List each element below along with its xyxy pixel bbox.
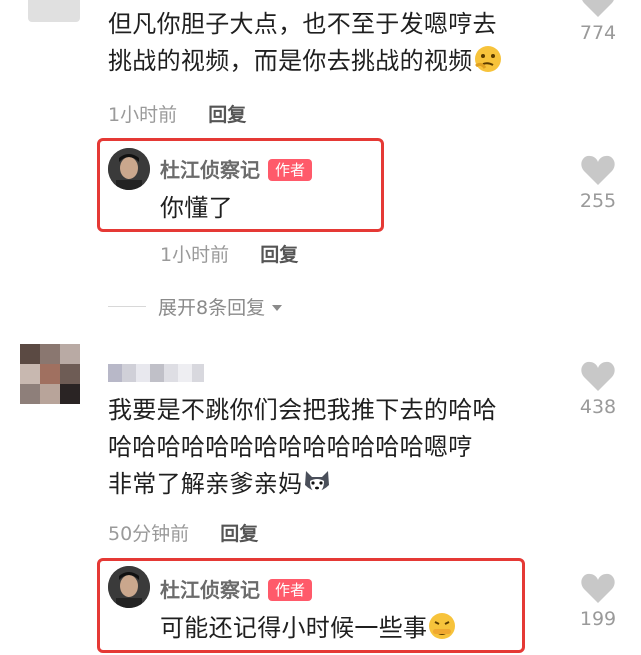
caret-down-icon xyxy=(272,305,283,311)
comment-2-reply-button[interactable]: 回复 xyxy=(220,523,258,545)
expand-divider xyxy=(108,306,146,307)
reply-1-author-avatar[interactable] xyxy=(108,148,150,190)
comment-1-avatar[interactable] xyxy=(28,0,80,22)
reply-1-reply-button[interactable]: 回复 xyxy=(260,244,298,266)
heart-icon xyxy=(581,361,615,391)
author-tag: 作者 xyxy=(268,159,313,181)
comment-2-avatar[interactable] xyxy=(20,344,80,404)
author-tag: 作者 xyxy=(268,579,313,601)
reply-1-meta: 1小时前 回复 xyxy=(160,240,298,267)
heart-icon xyxy=(581,573,615,603)
reply-1-like-count: 255 xyxy=(579,190,617,212)
expand-replies-button[interactable]: 展开8条回复 xyxy=(158,293,283,320)
comment-1-reply-button[interactable]: 回复 xyxy=(208,104,246,126)
comment-2-line2: 哈哈哈哈哈哈哈哈哈哈哈哈哈嗯哼 xyxy=(108,433,473,461)
comment-2-like[interactable]: 438 xyxy=(572,360,624,418)
reply-2-text-row: 可能还记得小时候一些事 xyxy=(160,610,457,647)
shush-emoji xyxy=(427,611,457,641)
reply-1-time: 1小时前 xyxy=(160,244,230,266)
thinking-emoji xyxy=(473,44,503,74)
comment-1-text: 但凡你胆子大点，也不至于发嗯哼去 挑战的视频，而是你去挑战的视频 xyxy=(108,6,503,80)
comment-2-meta: 50分钟前 回复 xyxy=(108,519,258,546)
husky-emoji xyxy=(302,467,332,497)
comment-1-time: 1小时前 xyxy=(108,104,178,126)
expand-replies-label: 展开8条回复 xyxy=(158,297,266,319)
comment-2-like-count: 438 xyxy=(579,396,617,418)
comment-2-text: 我要是不跳你们会把我推下去的哈哈 哈哈哈哈哈哈哈哈哈哈哈哈哈嗯哼 非常了解亲爹亲… xyxy=(108,392,497,503)
comment-1-line2-text: 挑战的视频，而是你去挑战的视频 xyxy=(108,47,473,75)
comment-1-line2: 挑战的视频，而是你去挑战的视频 xyxy=(108,43,503,80)
reply-2-author-avatar[interactable] xyxy=(108,566,150,608)
reply-1-author-name[interactable]: 杜江侦察记 xyxy=(160,158,260,182)
reply-2-text: 可能还记得小时候一些事 xyxy=(160,614,428,642)
comment-2-line3-text: 非常了解亲爹亲妈 xyxy=(108,470,303,498)
comment-1-line1: 但凡你胆子大点，也不至于发嗯哼去 xyxy=(108,10,497,38)
comment-2-time: 50分钟前 xyxy=(108,523,190,545)
comment-2-line1: 我要是不跳你们会把我推下去的哈哈 xyxy=(108,396,497,424)
comment-2-line3: 非常了解亲爹亲妈 xyxy=(108,466,497,503)
heart-icon xyxy=(581,155,615,185)
comment-2-username-blurred[interactable] xyxy=(108,362,204,384)
heart-icon xyxy=(582,0,614,17)
reply-2-author-name[interactable]: 杜江侦察记 xyxy=(160,578,260,602)
reply-2-header: 杜江侦察记 作者 xyxy=(160,574,313,603)
reply-1-like[interactable]: 255 xyxy=(572,154,624,212)
reply-1-text: 你懂了 xyxy=(160,194,233,222)
reply-1-header: 杜江侦察记 作者 xyxy=(160,154,313,183)
comment-1-meta: 1小时前 回复 xyxy=(108,100,246,127)
comment-1-like-count: 774 xyxy=(579,22,617,44)
reply-2-like-count: 199 xyxy=(579,608,617,630)
comment-1-like[interactable]: 774 xyxy=(572,0,624,44)
reply-2-like[interactable]: 199 xyxy=(572,572,624,630)
